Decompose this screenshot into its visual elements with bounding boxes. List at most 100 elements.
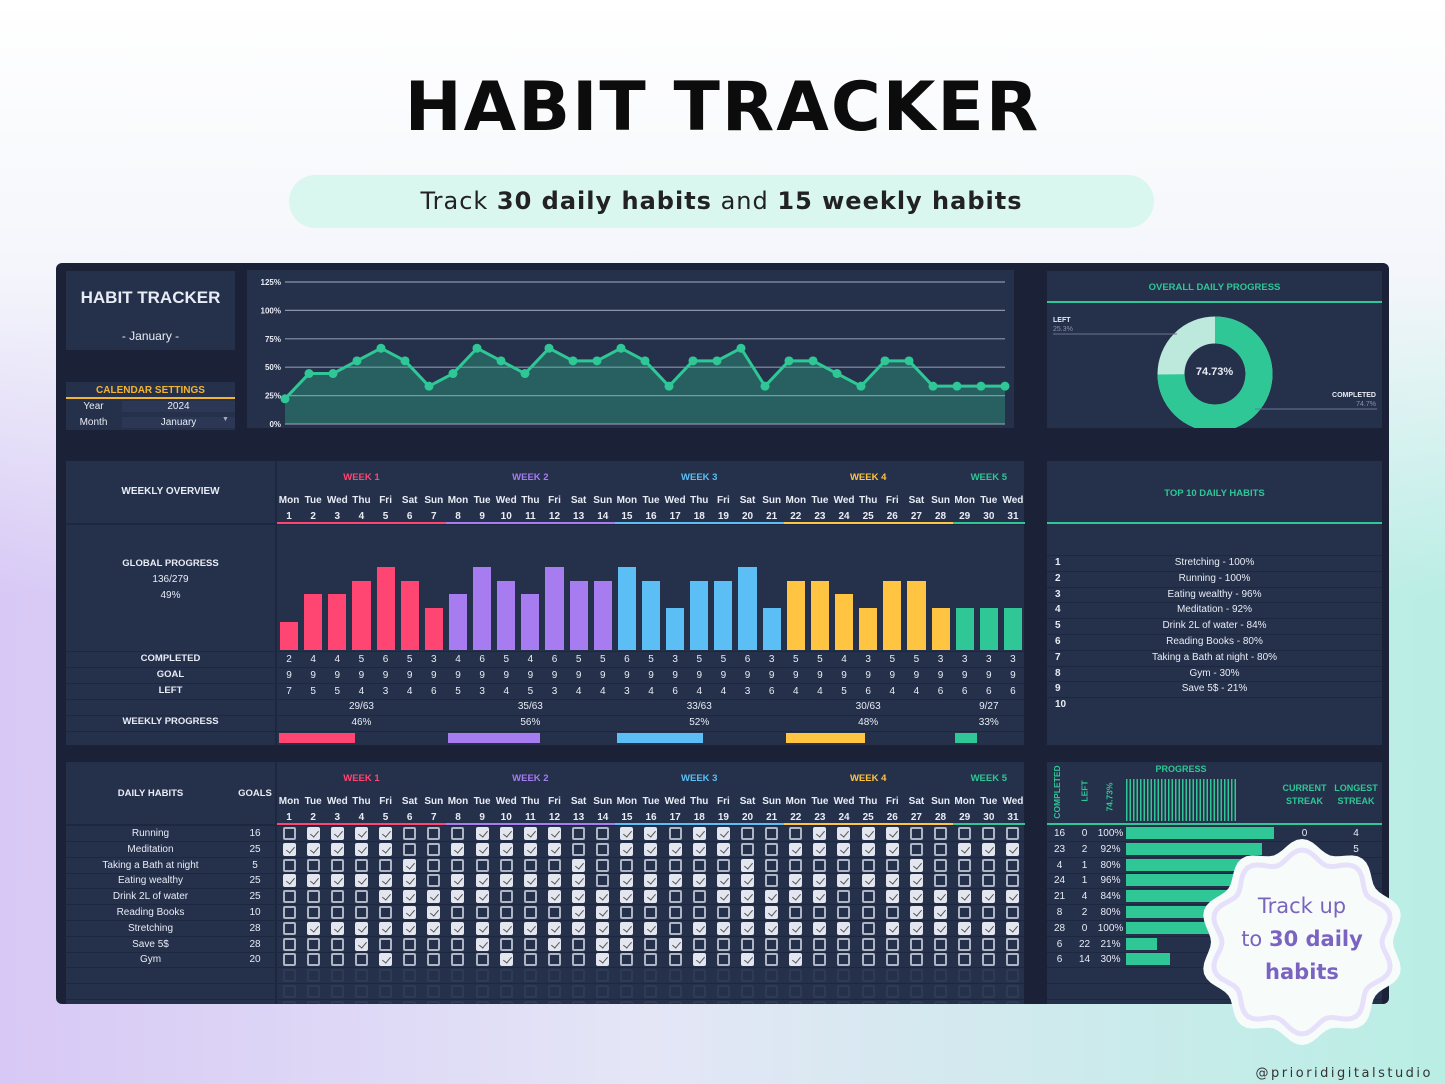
habit-checkbox[interactable] <box>740 874 754 888</box>
habit-checkbox[interactable] <box>934 921 947 935</box>
habit-checkbox[interactable] <box>475 874 489 888</box>
habit-checkbox[interactable] <box>958 953 972 967</box>
habit-checkbox[interactable] <box>547 827 561 840</box>
habit-checkbox[interactable] <box>861 858 875 872</box>
habit-checkbox[interactable] <box>692 842 706 856</box>
habit-checkbox[interactable] <box>861 827 875 840</box>
habit-checkbox[interactable] <box>861 937 875 951</box>
habit-checkbox[interactable] <box>572 921 586 935</box>
habit-checkbox[interactable] <box>789 858 803 872</box>
habit-checkbox[interactable] <box>837 906 851 919</box>
habit-checkbox[interactable] <box>499 906 513 919</box>
habit-checkbox[interactable] <box>451 953 465 967</box>
habit-checkbox[interactable] <box>982 921 996 935</box>
habit-checkbox[interactable] <box>837 953 851 967</box>
habit-checkbox[interactable] <box>789 953 803 967</box>
habit-checkbox[interactable] <box>837 827 851 840</box>
habit-checkbox[interactable] <box>668 858 682 872</box>
habit-checkbox[interactable] <box>909 953 923 967</box>
habit-checkbox[interactable] <box>958 906 972 919</box>
habit-checkbox[interactable] <box>451 827 465 840</box>
habit-checkbox[interactable] <box>765 906 779 919</box>
habit-checkbox[interactable] <box>572 842 586 856</box>
habit-checkbox[interactable] <box>596 858 610 872</box>
habit-checkbox[interactable] <box>596 953 610 967</box>
habit-checkbox[interactable] <box>909 842 923 856</box>
habit-checkbox[interactable] <box>716 842 730 856</box>
habit-checkbox[interactable] <box>716 858 730 872</box>
habit-checkbox[interactable] <box>934 858 947 872</box>
habit-checkbox[interactable] <box>403 937 417 951</box>
habit-checkbox[interactable] <box>499 842 513 856</box>
habit-checkbox[interactable] <box>934 842 947 856</box>
habit-checkbox[interactable] <box>596 906 610 919</box>
habit-checkbox[interactable] <box>330 858 344 872</box>
habit-checkbox[interactable] <box>620 858 634 872</box>
habit-checkbox[interactable] <box>427 921 441 935</box>
habit-checkbox[interactable] <box>547 953 561 967</box>
habit-checkbox[interactable] <box>330 937 344 951</box>
habit-checkbox[interactable] <box>1006 827 1020 840</box>
habit-checkbox[interactable] <box>716 921 730 935</box>
habit-checkbox[interactable] <box>596 937 610 951</box>
habit-checkbox[interactable] <box>475 842 489 856</box>
habit-checkbox[interactable] <box>861 842 875 856</box>
habit-checkbox[interactable] <box>451 937 465 951</box>
habit-checkbox[interactable] <box>958 921 972 935</box>
habit-checkbox[interactable] <box>813 874 827 888</box>
habit-checkbox[interactable] <box>982 937 996 951</box>
habit-checkbox[interactable] <box>789 937 803 951</box>
chevron-down-icon[interactable]: ▼ <box>222 416 229 423</box>
habit-checkbox[interactable] <box>885 890 899 904</box>
habit-checkbox[interactable] <box>547 937 561 951</box>
habit-checkbox[interactable] <box>379 906 393 919</box>
habit-checkbox[interactable] <box>596 842 610 856</box>
habit-checkbox[interactable] <box>547 874 561 888</box>
habit-checkbox[interactable] <box>958 890 972 904</box>
habit-checkbox[interactable] <box>837 921 851 935</box>
habit-checkbox[interactable] <box>330 874 344 888</box>
habit-checkbox[interactable] <box>403 906 417 919</box>
habit-checkbox[interactable] <box>572 937 586 951</box>
habit-checkbox[interactable] <box>885 921 899 935</box>
habit-checkbox[interactable] <box>379 890 393 904</box>
habit-checkbox[interactable] <box>958 842 972 856</box>
year-field[interactable]: 2024 <box>122 401 235 412</box>
habit-checkbox[interactable] <box>765 874 779 888</box>
habit-checkbox[interactable] <box>620 921 634 935</box>
habit-checkbox[interactable] <box>620 890 634 904</box>
habit-checkbox[interactable] <box>499 953 513 967</box>
habit-checkbox[interactable] <box>306 937 320 951</box>
habit-checkbox[interactable] <box>692 858 706 872</box>
habit-checkbox[interactable] <box>668 890 682 904</box>
habit-checkbox[interactable] <box>523 890 537 904</box>
habit-checkbox[interactable] <box>620 874 634 888</box>
habit-checkbox[interactable] <box>885 842 899 856</box>
habit-checkbox[interactable] <box>403 953 417 967</box>
habit-checkbox[interactable] <box>620 842 634 856</box>
habit-checkbox[interactable] <box>982 858 996 872</box>
habit-checkbox[interactable] <box>547 890 561 904</box>
habit-checkbox[interactable] <box>668 906 682 919</box>
habit-checkbox[interactable] <box>572 858 586 872</box>
habit-checkbox[interactable] <box>499 827 513 840</box>
habit-checkbox[interactable] <box>379 842 393 856</box>
habit-checkbox[interactable] <box>306 874 320 888</box>
habit-checkbox[interactable] <box>909 906 923 919</box>
habit-checkbox[interactable] <box>451 874 465 888</box>
habit-checkbox[interactable] <box>499 858 513 872</box>
habit-checkbox[interactable] <box>572 874 586 888</box>
habit-checkbox[interactable] <box>885 827 899 840</box>
habit-checkbox[interactable] <box>330 842 344 856</box>
habit-checkbox[interactable] <box>1006 874 1020 888</box>
habit-checkbox[interactable] <box>934 874 947 888</box>
habit-checkbox[interactable] <box>644 842 658 856</box>
habit-checkbox[interactable] <box>982 827 996 840</box>
habit-checkbox[interactable] <box>596 921 610 935</box>
habit-checkbox[interactable] <box>354 827 368 840</box>
habit-checkbox[interactable] <box>523 937 537 951</box>
habit-checkbox[interactable] <box>861 906 875 919</box>
habit-checkbox[interactable] <box>451 858 465 872</box>
habit-checkbox[interactable] <box>1006 906 1020 919</box>
habit-checkbox[interactable] <box>765 890 779 904</box>
